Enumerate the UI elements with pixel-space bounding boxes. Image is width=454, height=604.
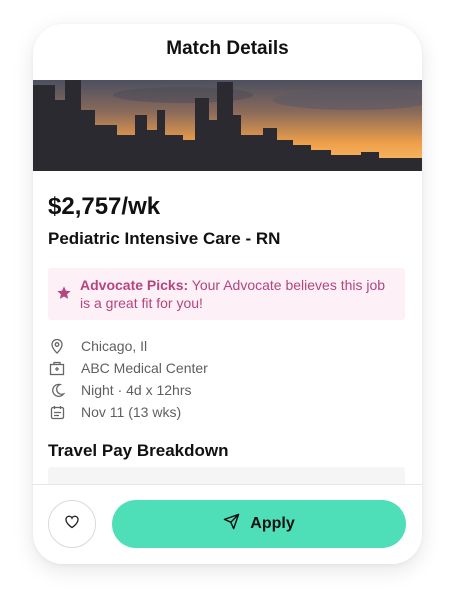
start-date-text: Nov 11 (13 wks) (81, 404, 182, 420)
heart-icon (64, 514, 80, 534)
detail-shift: Night · 4d x 12hrs (48, 379, 208, 401)
city-skyline-image (33, 80, 422, 171)
favorite-button[interactable] (48, 500, 96, 548)
action-footer: Apply (33, 484, 422, 564)
advocate-message: Advocate Picks: Your Advocate believes t… (80, 276, 395, 312)
job-title: Pediatric Intensive Care - RN (48, 229, 281, 248)
facility-text: ABC Medical Center (81, 360, 208, 376)
send-icon (223, 513, 240, 535)
travel-pay-breakdown-heading: Travel Pay Breakdown (48, 441, 229, 460)
detail-location: Chicago, Il (48, 335, 208, 357)
star-icon (56, 285, 72, 301)
hospital-icon (49, 360, 65, 376)
advocate-label: Advocate Picks: (80, 277, 189, 293)
match-details-card: Match Details $2,757/wk Pediatric Intens… (33, 24, 422, 564)
advocate-picks-banner: Advocate Picks: Your Advocate believes t… (48, 268, 405, 320)
moon-icon (49, 382, 65, 398)
apply-label: Apply (250, 515, 295, 532)
calendar-icon (49, 404, 65, 420)
detail-start-date: Nov 11 (13 wks) (48, 401, 208, 423)
shift-text: Night · 4d x 12hrs (81, 382, 192, 398)
weekly-pay: $2,757/wk (48, 193, 161, 220)
detail-facility: ABC Medical Center (48, 357, 208, 379)
page-title: Match Details (166, 38, 289, 59)
location-text: Chicago, Il (81, 338, 148, 354)
apply-button[interactable]: Apply (112, 500, 406, 548)
location-pin-icon (49, 338, 65, 354)
job-details-list: Chicago, Il ABC Medical Center Night · 4… (48, 335, 208, 423)
